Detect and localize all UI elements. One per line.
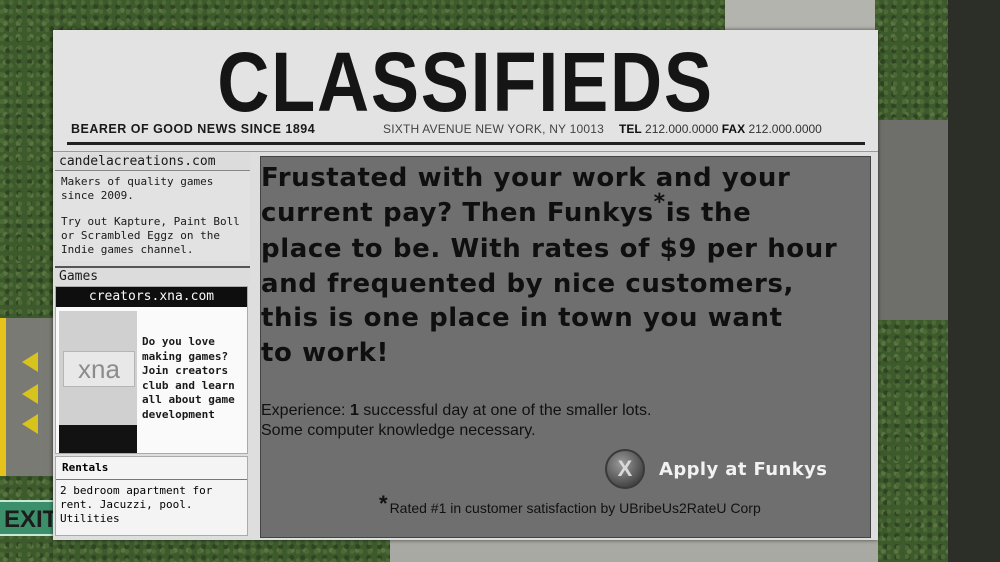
experience-line: Experience: 1 successful day at one of t… <box>261 401 869 421</box>
arrow-left-icon <box>22 352 38 372</box>
ad-text: Do you love making games? Join creators … <box>142 335 235 421</box>
newspaper-title: CLASSIFIEDS <box>217 35 714 129</box>
xna-logo: xna <box>63 351 135 387</box>
headline-line: Frustated with your work and your <box>261 163 791 193</box>
xna-ad: creators.xna.com xna Do you love making … <box>55 286 248 454</box>
arrow-left-icon <box>22 414 38 434</box>
divider <box>53 151 878 152</box>
screen-edge <box>948 0 1000 562</box>
job-details: Experience: 1 successful day at one of t… <box>261 401 869 441</box>
job-ad-panel: Frustated with your work and your curren… <box>260 156 871 538</box>
exit-sign[interactable]: EXIT <box>0 500 58 536</box>
fax-number: 212.000.0000 <box>748 122 822 136</box>
headline-line: current pay? Then Funkys*is the <box>261 190 869 233</box>
footnote-asterisk: * <box>379 491 388 516</box>
headline-line: this is one place in town you want <box>261 303 783 333</box>
rentals-heading: Rentals <box>56 457 247 480</box>
headline-text: is the <box>665 197 752 228</box>
experience-label: Experience: <box>261 402 350 419</box>
headline-line: and frequented by nice customers, <box>261 268 794 299</box>
left-column: candelacreations.com Makers of quality g… <box>55 153 250 538</box>
grass-area <box>878 320 950 562</box>
grass-area <box>875 0 950 120</box>
ad-url: creators.xna.com <box>56 287 247 307</box>
company-promo: Try out Kapture, Paint Boll or Scrambled… <box>61 215 240 256</box>
company-blurb: Makers of quality games since 2009. Try … <box>55 171 250 261</box>
road-segment <box>878 120 950 320</box>
address: SIXTH AVENUE NEW YORK, NY 10013 <box>383 122 604 136</box>
contact-numbers: TEL 212.000.0000 FAX 212.000.0000 <box>619 122 822 136</box>
xna-logo-image: xna <box>59 311 137 453</box>
headline-line: to work! <box>261 337 389 368</box>
tel-label: TEL <box>619 122 642 136</box>
rentals-text: 2 bedroom apartment for rent. Jacuzzi, p… <box>60 484 213 525</box>
masthead-rule <box>67 142 865 145</box>
apply-button[interactable]: X Apply at Funkys <box>605 449 827 489</box>
tel-number: 212.000.0000 <box>645 122 719 136</box>
footnote-text: Rated #1 in customer satisfaction by UBr… <box>389 500 761 516</box>
tagline: BEARER OF GOOD NEWS SINCE 1894 <box>71 122 316 136</box>
fax-label: FAX <box>721 122 746 136</box>
asterisk: * <box>653 189 666 215</box>
experience-text: successful day at one of the smaller lot… <box>358 402 652 419</box>
company-intro: Makers of quality games since 2009. <box>61 175 214 202</box>
parking-lot <box>725 0 875 30</box>
headline-text: current pay? Then Funkys <box>261 197 654 228</box>
arrow-left-icon <box>22 384 38 404</box>
site-heading: candelacreations.com <box>55 153 250 171</box>
apply-label[interactable]: Apply at Funkys <box>659 459 827 480</box>
masthead: CLASSIFIEDS BEARER OF GOOD NEWS SINCE 18… <box>53 30 878 152</box>
job-ad-headline: Frustated with your work and your curren… <box>261 161 869 370</box>
ad-image-shadow <box>59 425 137 453</box>
experience-count: 1 <box>349 402 359 419</box>
headline-line: place to be. With rates of $9 per hour <box>261 234 838 264</box>
classifieds-newspaper: CLASSIFIEDS BEARER OF GOOD NEWS SINCE 18… <box>53 30 878 540</box>
parking-lot <box>390 540 878 562</box>
rentals-section: Rentals 2 bedroom apartment for rent. Ja… <box>55 456 248 536</box>
requirement-line: Some computer knowledge necessary. <box>261 422 536 439</box>
x-button-icon[interactable]: X <box>605 449 645 489</box>
games-heading: Games <box>55 266 250 285</box>
lot-line <box>0 318 6 476</box>
footnote: * Rated #1 in customer satisfaction by UB… <box>379 491 761 519</box>
